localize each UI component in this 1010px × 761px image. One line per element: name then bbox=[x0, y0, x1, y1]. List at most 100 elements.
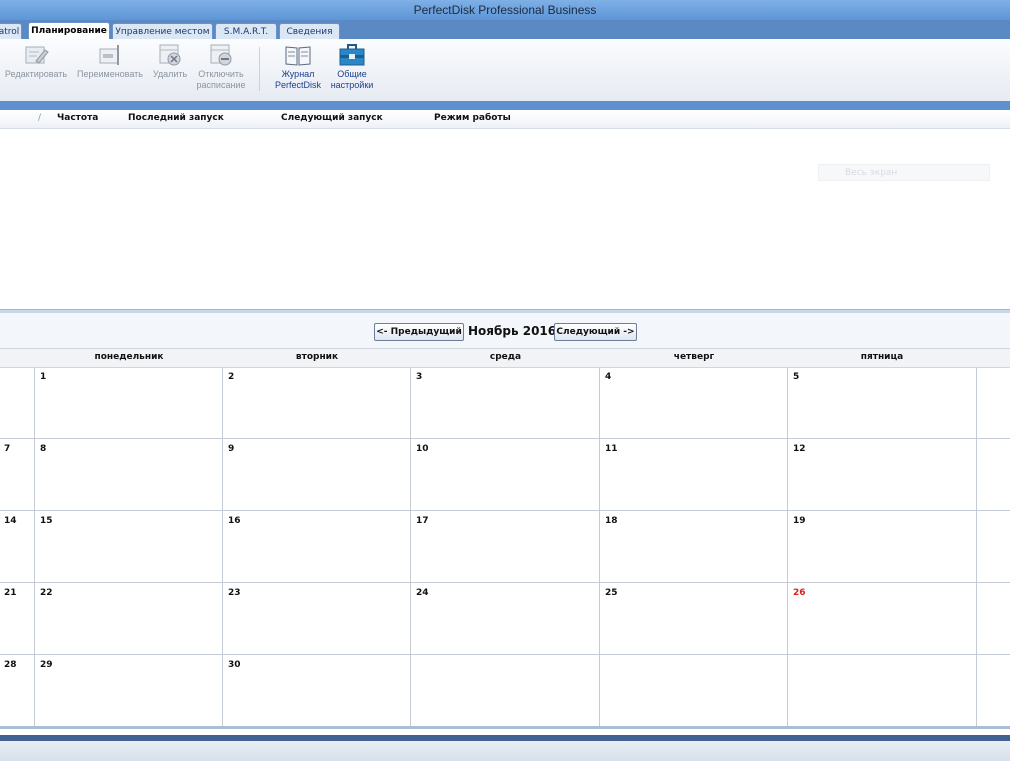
next-month-button[interactable]: Следующий -> bbox=[554, 323, 637, 341]
calendar-day-cell[interactable]: 2 bbox=[223, 367, 410, 438]
calendar-day-number: 24 bbox=[416, 588, 429, 598]
section-divider bbox=[0, 101, 1010, 110]
rename-icon bbox=[97, 43, 123, 67]
tab-info[interactable]: Сведения bbox=[279, 23, 340, 39]
calendar-day-cell[interactable]: 11 bbox=[600, 439, 787, 510]
tab-smart[interactable]: S.M.A.R.T. bbox=[215, 23, 277, 39]
calendar-day-number: 7 bbox=[4, 444, 11, 454]
previous-month-button[interactable]: <- Предыдущий bbox=[374, 323, 464, 341]
calendar-day-number: 15 bbox=[40, 516, 53, 526]
schedule-list[interactable] bbox=[0, 129, 1010, 309]
rename-button[interactable]: Переименовать bbox=[74, 43, 146, 80]
calendar-day-number: 12 bbox=[793, 444, 806, 454]
calendar-day-cell[interactable]: 9 bbox=[223, 439, 410, 510]
tab-scheduling[interactable]: Планирование bbox=[28, 22, 110, 39]
calendar-day-cell[interactable]: 17 bbox=[411, 511, 599, 582]
fullscreen-watermark: Весь экран bbox=[818, 164, 990, 181]
calendar-navigation: <- Предыдущий Ноябрь 2016 Следующий -> bbox=[0, 313, 1010, 348]
calendar-grid: 1 2 3 4 5 7 8 9 10 11 12 14 15 16 17 18 19 21 22 23 24 25 26 28… bbox=[0, 367, 1010, 727]
calendar-day-number: 18 bbox=[605, 516, 618, 526]
calendar-day-cell[interactable]: 21 bbox=[0, 583, 34, 654]
calendar-day-cell[interactable]: 30 bbox=[223, 655, 410, 726]
window-title: PerfectDisk Professional Business bbox=[0, 0, 1010, 20]
calendar-day-cell[interactable]: 7 bbox=[0, 439, 34, 510]
calendar-day-cell[interactable] bbox=[788, 655, 975, 726]
calendar-day-number: 8 bbox=[40, 444, 47, 454]
calendar-day-number: 1 bbox=[40, 372, 47, 382]
calendar-day-cell[interactable]: 12 bbox=[788, 439, 975, 510]
sort-indicator-icon: / bbox=[38, 113, 42, 123]
journal-icon bbox=[285, 43, 311, 67]
calendar-day-number: 26 bbox=[793, 588, 806, 598]
edit-icon bbox=[23, 43, 49, 67]
toolbar-separator bbox=[259, 47, 260, 91]
toolbox-icon bbox=[339, 43, 365, 67]
calendar-day-cell[interactable]: 8 bbox=[35, 439, 222, 510]
calendar-day-cell[interactable]: 10 bbox=[411, 439, 599, 510]
calendar-day-cell[interactable]: 19 bbox=[788, 511, 975, 582]
calendar-day-cell[interactable]: 14 bbox=[0, 511, 34, 582]
calendar-day-cell[interactable]: 3 bbox=[411, 367, 599, 438]
calendar-day-cell[interactable]: 22 bbox=[35, 583, 222, 654]
calendar-day-cell[interactable]: 24 bbox=[411, 583, 599, 654]
general-settings-button[interactable]: Общие настройки bbox=[326, 43, 378, 91]
perfectdisk-journal-button[interactable]: Журнал PerfectDisk bbox=[270, 43, 326, 91]
calendar-day-number: 4 bbox=[605, 372, 612, 382]
weekday-wednesday: среда bbox=[489, 352, 522, 362]
weekday-header: понедельник вторник среда четверг пятниц… bbox=[0, 348, 1010, 368]
schedule-list-header: / Частота Последний запуск Следующий зап… bbox=[0, 110, 1010, 129]
weekday-thursday: четверг bbox=[673, 352, 715, 362]
calendar-day-number: 29 bbox=[40, 660, 53, 670]
calendar-day-number: 10 bbox=[416, 444, 429, 454]
column-header-last-run[interactable]: Последний запуск bbox=[128, 113, 224, 123]
calendar-day-number: 5 bbox=[793, 372, 800, 382]
calendar-day-cell[interactable]: 29 bbox=[35, 655, 222, 726]
toolbar: Редактировать Переименовать Удалить Откл… bbox=[0, 39, 1010, 102]
calendar-day-number: 11 bbox=[605, 444, 618, 454]
calendar-day-number: 30 bbox=[228, 660, 241, 670]
calendar-day-cell[interactable]: 23 bbox=[223, 583, 410, 654]
calendar-day-cell[interactable]: 1 bbox=[35, 367, 222, 438]
calendar-day-cell[interactable]: 25 bbox=[600, 583, 787, 654]
tab-space-management[interactable]: Управление местом bbox=[112, 23, 213, 39]
column-header-mode[interactable]: Режим работы bbox=[434, 113, 511, 123]
delete-button[interactable]: Удалить bbox=[148, 43, 192, 80]
calendar-day-cell[interactable] bbox=[411, 655, 599, 726]
calendar-day-number: 3 bbox=[416, 372, 423, 382]
delete-icon bbox=[157, 43, 183, 67]
calendar-day-number: 28 bbox=[4, 660, 17, 670]
disable-schedule-icon bbox=[208, 43, 234, 67]
calendar-day-number: 17 bbox=[416, 516, 429, 526]
calendar-day-number: 14 bbox=[4, 516, 17, 526]
grid-column-line bbox=[976, 367, 977, 726]
status-strip bbox=[0, 741, 1010, 761]
month-label: Ноябрь 2016 bbox=[468, 324, 557, 338]
calendar-day-cell[interactable]: 28 bbox=[0, 655, 34, 726]
disable-schedule-button[interactable]: Отключить расписание bbox=[194, 43, 248, 91]
calendar-day-cell[interactable]: 4 bbox=[600, 367, 787, 438]
calendar-day-cell[interactable]: 15 bbox=[35, 511, 222, 582]
weekday-friday: пятница bbox=[860, 352, 904, 362]
calendar-day-number: 25 bbox=[605, 588, 618, 598]
weekday-tuesday: вторник bbox=[295, 352, 339, 362]
calendar-day-number: 19 bbox=[793, 516, 806, 526]
column-header-frequency[interactable]: Частота bbox=[57, 113, 98, 123]
bottom-separator bbox=[0, 726, 1010, 729]
edit-button[interactable]: Редактировать bbox=[2, 43, 70, 80]
calendar-day-number: 21 bbox=[4, 588, 17, 598]
tab-strip: atrol Планирование Управление местом S.M… bbox=[0, 20, 1010, 39]
calendar-day-number: 22 bbox=[40, 588, 53, 598]
weekday-monday: понедельник bbox=[94, 352, 164, 362]
calendar-day-number: 9 bbox=[228, 444, 235, 454]
calendar-day-cell[interactable] bbox=[0, 367, 34, 438]
calendar-day-cell[interactable]: 18 bbox=[600, 511, 787, 582]
tab-patrol[interactable]: atrol bbox=[0, 23, 22, 39]
calendar-day-number: 2 bbox=[228, 372, 235, 382]
calendar-day-cell[interactable] bbox=[600, 655, 787, 726]
calendar-day-number: 23 bbox=[228, 588, 241, 598]
calendar-day-cell[interactable]: 5 bbox=[788, 367, 975, 438]
calendar-day-cell[interactable]: 16 bbox=[223, 511, 410, 582]
column-header-next-run[interactable]: Следующий запуск bbox=[281, 113, 383, 123]
calendar-day-cell[interactable]: 26 bbox=[788, 583, 975, 654]
calendar-day-number: 16 bbox=[228, 516, 241, 526]
